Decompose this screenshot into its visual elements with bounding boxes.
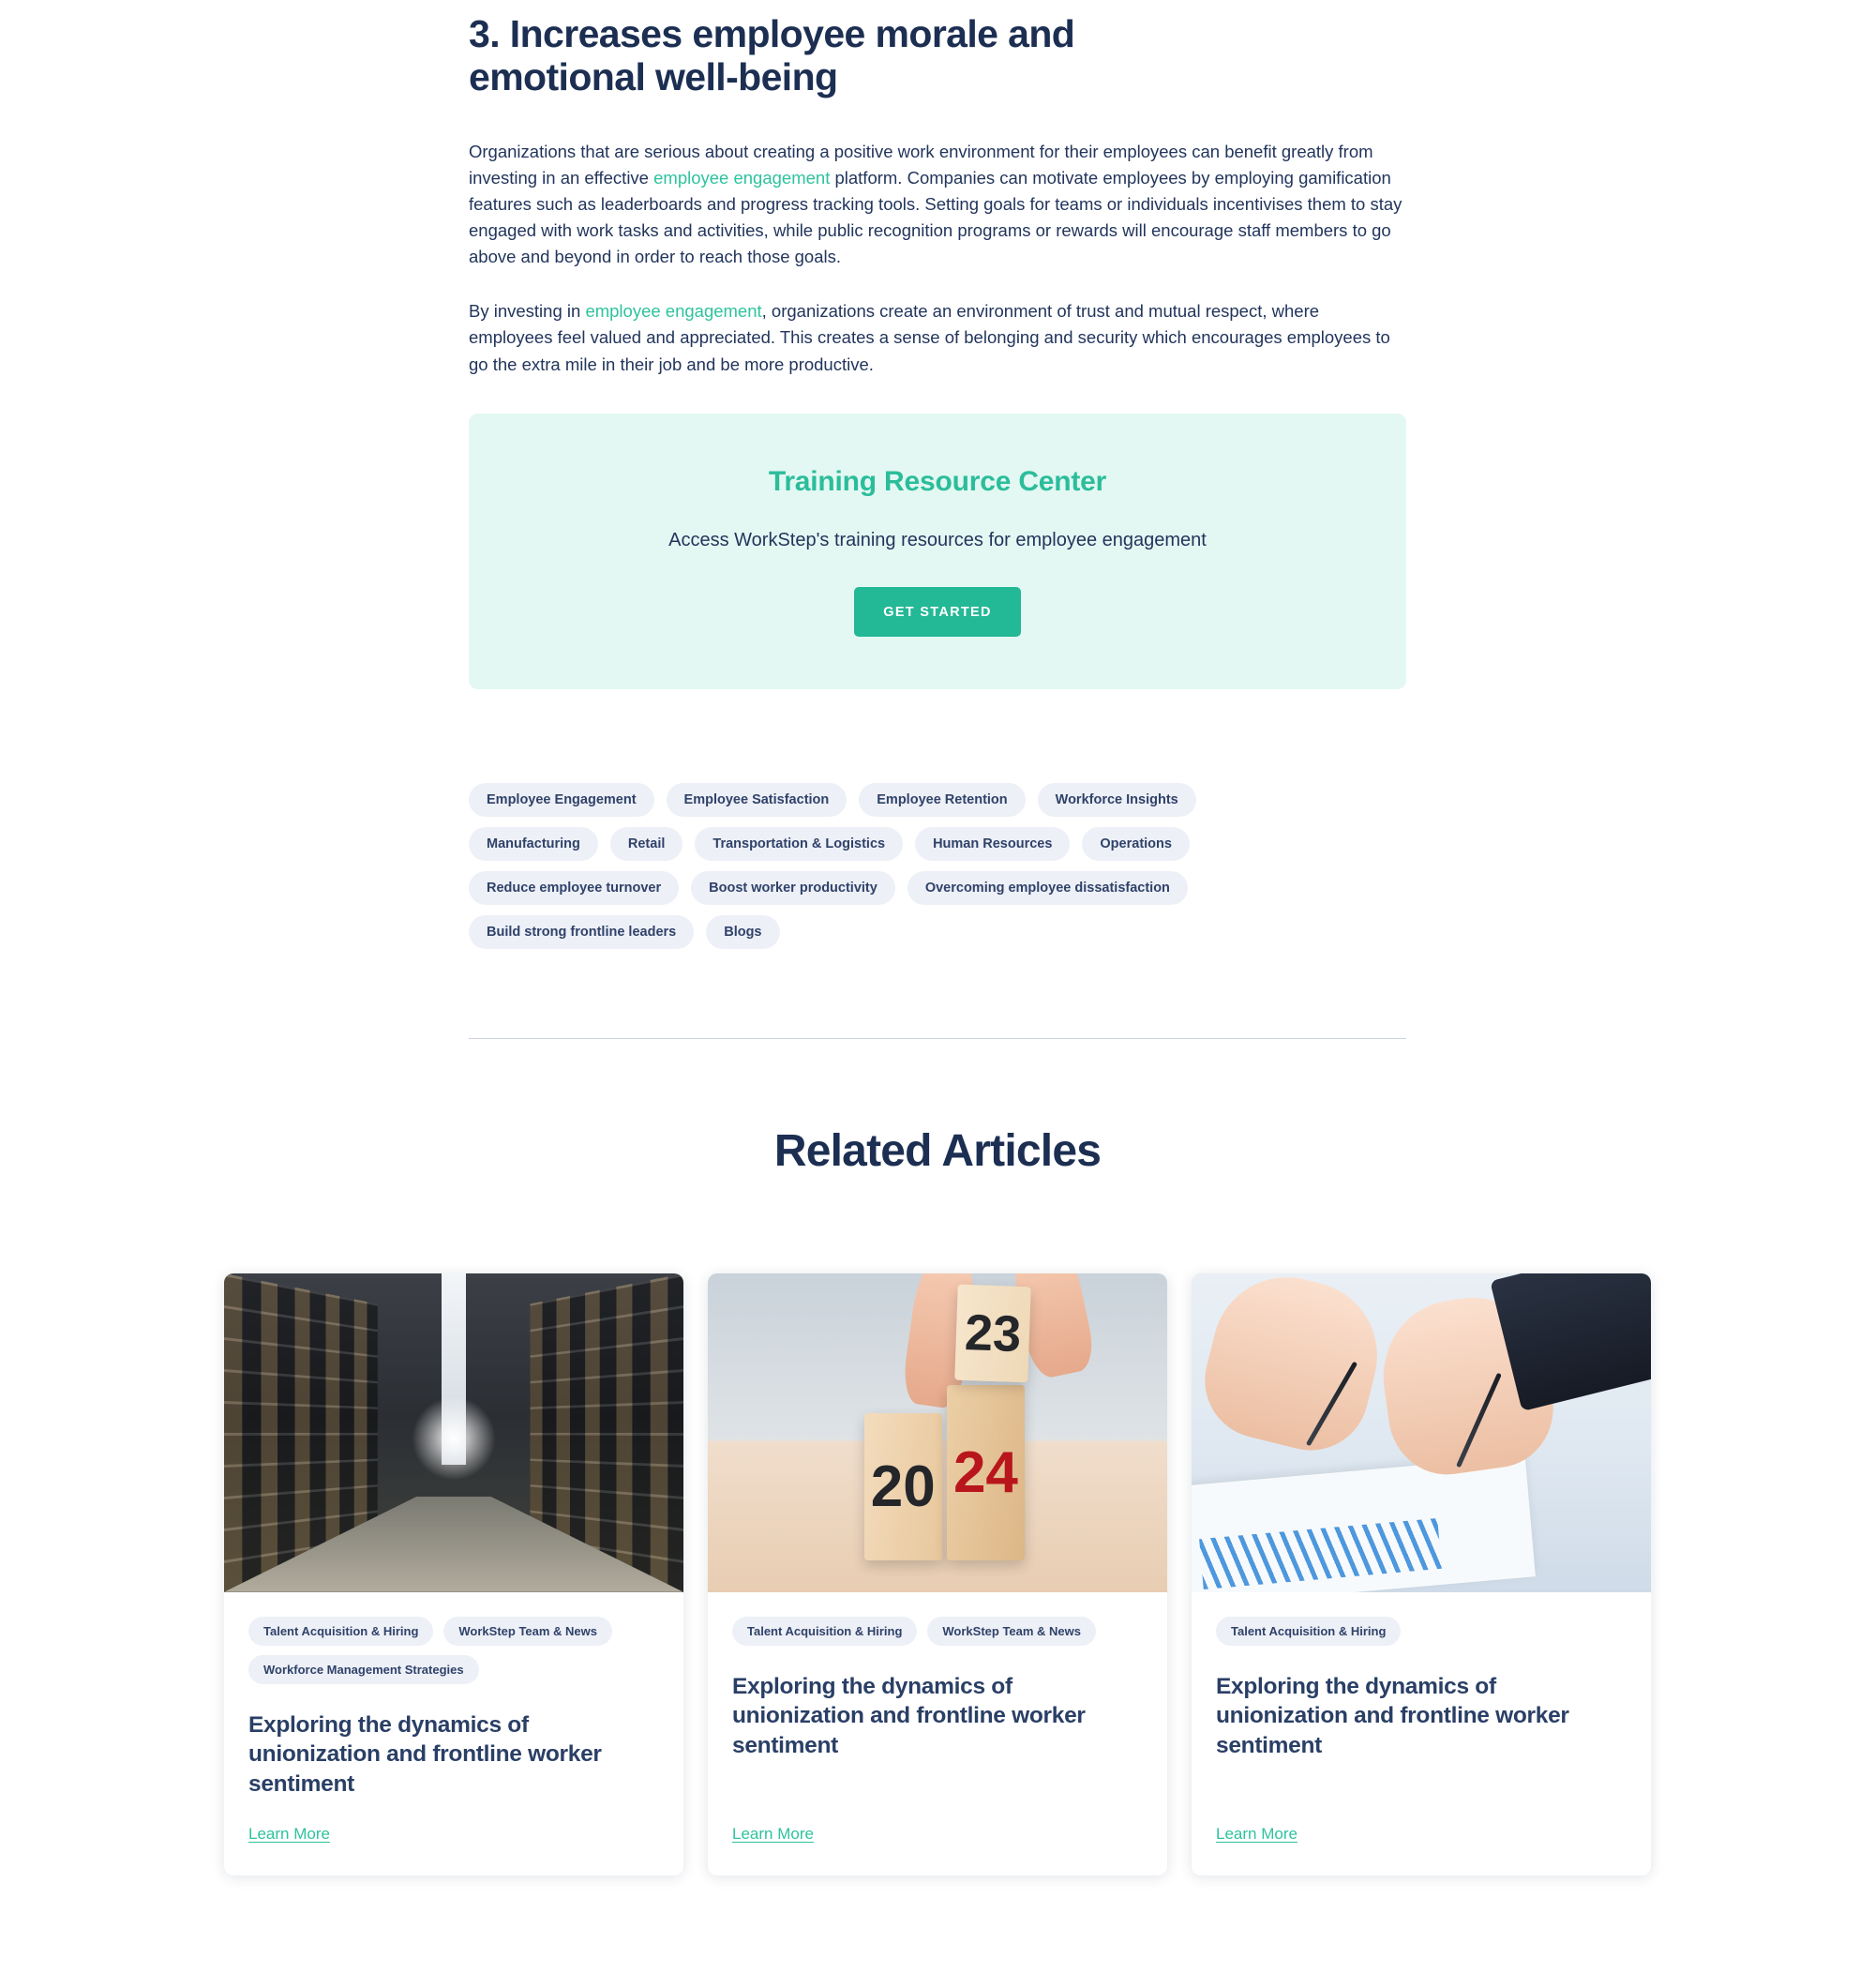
card-body: Talent Acquisition & Hiring WorkStep Team… <box>224 1592 683 1876</box>
learn-more-link[interactable]: Learn More <box>1216 1825 1298 1844</box>
learn-more-link[interactable]: Learn More <box>732 1825 814 1844</box>
card-title: Exploring the dynamics of unionization a… <box>248 1711 602 1797</box>
card-body: Talent Acquisition & Hiring WorkStep Team… <box>708 1592 1167 1876</box>
hands-signing-documents-image <box>1192 1273 1651 1592</box>
tag-pill[interactable]: Overcoming employee dissatisfaction <box>907 870 1188 905</box>
cta-subtitle: Access WorkStep's training resources for… <box>668 529 1207 550</box>
training-resource-center-card: Training Resource Center Access WorkStep… <box>469 413 1406 689</box>
card-tag-pill[interactable]: Talent Acquisition & Hiring <box>248 1616 434 1646</box>
paragraph-2: By investing in employee engagement, org… <box>469 298 1406 377</box>
section-divider <box>469 1037 1406 1039</box>
tag-pill[interactable]: Human Resources <box>915 826 1071 861</box>
tag-pill[interactable]: Employee Retention <box>859 782 1026 817</box>
tag-pill[interactable]: Transportation & Logistics <box>695 826 904 861</box>
card-title: Exploring the dynamics of unionization a… <box>732 1673 1086 1758</box>
card-tag-pill[interactable]: Talent Acquisition & Hiring <box>1216 1616 1402 1646</box>
cta-title: Training Resource Center <box>768 465 1107 497</box>
tag-pill[interactable]: Employee Satisfaction <box>666 782 848 817</box>
tag-pill[interactable]: Retail <box>609 826 683 861</box>
tag-pill[interactable]: Reduce employee turnover <box>469 870 680 905</box>
tag-pill[interactable]: Employee Engagement <box>469 782 654 817</box>
tag-pill[interactable]: Boost worker productivity <box>691 870 895 905</box>
card-tag-list: Talent Acquisition & Hiring WorkStep Team… <box>732 1616 1143 1646</box>
article-card[interactable]: Talent Acquisition & Hiring WorkStep Team… <box>224 1273 683 1876</box>
tag-pill[interactable]: Workforce Insights <box>1037 782 1196 817</box>
card-tag-pill[interactable]: WorkStep Team & News <box>927 1616 1097 1646</box>
article-card[interactable]: 20 24 23 Talent Acquisition & Hiring WorkSte… <box>708 1273 1167 1876</box>
card-tag-pill[interactable]: WorkStep Team & News <box>443 1616 613 1646</box>
tag-pill[interactable]: Operations <box>1082 826 1190 861</box>
tag-cloud: Employee Engagement Employee Satisfaction… <box>469 782 1331 949</box>
tag-pill[interactable]: Manufacturing <box>469 826 598 861</box>
card-body: Talent Acquisition & Hiring Exploring the… <box>1192 1592 1651 1876</box>
related-articles-list: Talent Acquisition & Hiring WorkStep Team… <box>0 1273 1875 1988</box>
related-articles-title: Related Articles <box>773 1125 1102 1176</box>
page-title: 3. Increases employee morale and emotion… <box>469 12 1075 98</box>
employee-engagement-link-1[interactable]: employee engagement <box>653 168 830 188</box>
get-started-button[interactable]: GET STARTED <box>854 586 1021 637</box>
year-blocks-2023-2024-image: 20 24 23 <box>708 1273 1167 1592</box>
paragraph-1: Organizations that are serious about cre… <box>469 139 1406 271</box>
card-tag-list: Talent Acquisition & Hiring <box>1216 1616 1627 1646</box>
paragraph-2-text-before: By investing in <box>469 301 586 322</box>
article-column: 3. Increases employee morale and emotion… <box>469 0 1406 949</box>
page-root: 3. Increases employee morale and emotion… <box>0 0 1875 1988</box>
card-tag-pill[interactable]: Workforce Management Strategies <box>248 1654 479 1684</box>
employee-engagement-link-2[interactable]: employee engagement <box>585 301 761 321</box>
learn-more-link[interactable]: Learn More <box>248 1825 330 1844</box>
warehouse-aisle-image <box>224 1273 683 1592</box>
card-tag-pill[interactable]: Talent Acquisition & Hiring <box>732 1616 918 1646</box>
card-title: Exploring the dynamics of unionization a… <box>1216 1673 1569 1758</box>
tag-pill[interactable]: Blogs <box>706 914 780 949</box>
card-tag-list: Talent Acquisition & Hiring WorkStep Team… <box>248 1616 659 1684</box>
tag-pill[interactable]: Build strong frontline leaders <box>469 914 695 949</box>
article-card[interactable]: Talent Acquisition & Hiring Exploring the… <box>1192 1273 1651 1876</box>
